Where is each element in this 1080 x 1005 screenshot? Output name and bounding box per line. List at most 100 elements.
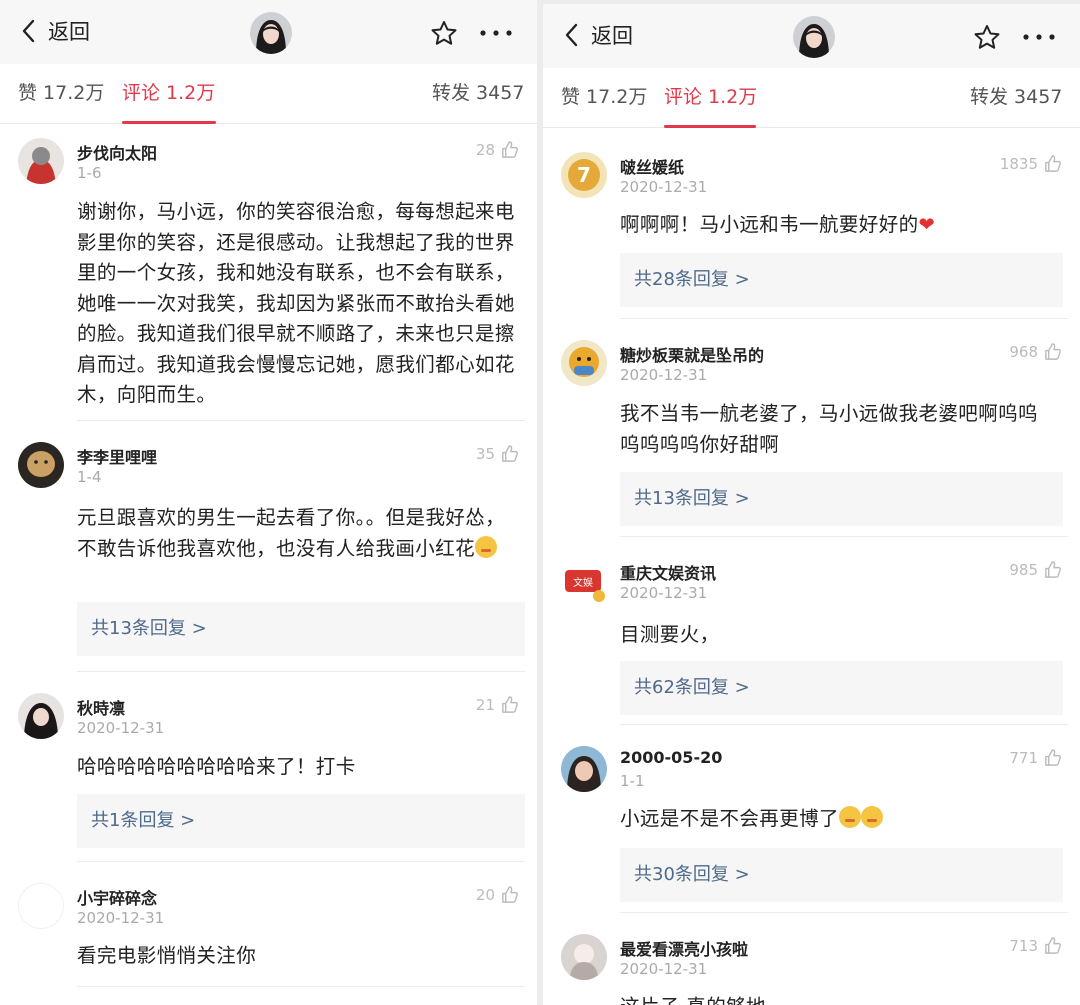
comment-author[interactable]: 糖炒板栗就是坠吊的	[620, 342, 764, 366]
comment-author[interactable]: 小宇碎碎念	[77, 885, 157, 909]
heart-emoji: ❤	[918, 213, 936, 236]
comment-date: 1-6	[77, 164, 102, 182]
back-chevron-icon	[22, 19, 35, 43]
like-count: 713	[1009, 936, 1038, 955]
sad-emoji	[838, 806, 861, 828]
view-replies-link[interactable]: 共30条回复 >	[620, 848, 1063, 902]
shy-emoji	[475, 535, 498, 558]
profile-avatar[interactable]	[250, 12, 292, 54]
tab-comments[interactable]: 评论 1.2万	[664, 82, 757, 109]
back-chevron-icon	[565, 23, 578, 47]
active-tab-indicator	[122, 121, 216, 124]
comment-text: 元旦跟喜欢的男生一起去看了你。。但是我好怂，不敢告诉他我喜欢他，也没有人给我画小…	[77, 506, 506, 560]
divider	[77, 420, 525, 421]
divider	[620, 318, 1068, 319]
like-button[interactable]: 968	[1009, 342, 1062, 361]
thumb-up-icon	[502, 696, 518, 713]
like-button[interactable]: 771	[1009, 748, 1062, 767]
comment-author[interactable]: 秋時凛	[77, 695, 125, 719]
profile-avatar[interactable]	[793, 16, 835, 58]
comment-author[interactable]: 步伐向太阳	[77, 140, 157, 164]
comment-date: 2020-12-31	[77, 909, 165, 927]
thumb-up-icon	[502, 445, 518, 462]
tab-likes[interactable]: 赞 17.2万	[18, 78, 104, 105]
view-replies-link[interactable]: 共13条回复 >	[620, 472, 1063, 526]
comment-date: 2020-12-31	[77, 719, 165, 737]
like-button[interactable]: 28	[476, 140, 519, 159]
back-button[interactable]: 返回	[561, 20, 633, 50]
avatar[interactable]: 7	[561, 152, 607, 198]
avatar[interactable]	[561, 340, 607, 386]
tab-comments[interactable]: 评论 1.2万	[122, 78, 215, 105]
like-count: 985	[1009, 560, 1038, 579]
comment-date: 2020-12-31	[620, 178, 708, 196]
like-count: 771	[1009, 748, 1038, 767]
thumb-up-icon	[1045, 343, 1061, 360]
view-replies-link[interactable]: 共28条回复 >	[620, 253, 1063, 307]
thumb-up-icon	[1045, 561, 1061, 578]
avatar[interactable]	[18, 693, 64, 739]
comment-author[interactable]: 啵丝媛纸	[620, 154, 684, 178]
like-button[interactable]: 713	[1009, 936, 1062, 955]
tab-bar: 赞 17.2万 评论 1.2万 转发 3457	[0, 64, 537, 124]
comment-panel-left: 返回 赞 17.2万 评论 1.2万 转发 3457 步伐向太阳 1-6 28	[0, 0, 537, 1005]
thumb-up-icon	[1045, 937, 1061, 954]
comment-text: 啊啊啊！马小远和韦一航要好好的❤	[620, 213, 936, 236]
tab-reposts[interactable]: 转发 3457	[970, 82, 1062, 109]
divider	[620, 536, 1068, 537]
tab-likes[interactable]: 赞 17.2万	[561, 82, 647, 109]
divider	[77, 986, 525, 987]
like-count: 21	[475, 695, 495, 714]
comment-panel-right: 返回 赞 17.2万 评论 1.2万 转发 3457 7 啵丝媛纸 2020-1…	[543, 4, 1080, 1005]
thumb-up-icon	[1045, 155, 1061, 172]
like-button[interactable]: 35	[476, 444, 519, 463]
like-button[interactable]: 985	[1009, 560, 1062, 579]
svg-text:7: 7	[577, 163, 591, 187]
divider	[77, 671, 525, 672]
tab-reposts[interactable]: 转发 3457	[432, 78, 524, 105]
avatar[interactable]	[18, 883, 64, 929]
star-icon[interactable]	[430, 20, 458, 46]
comment-date: 2020-12-31	[620, 584, 708, 602]
star-icon[interactable]	[973, 24, 1001, 50]
comment-author[interactable]: 重庆文娱资讯	[620, 560, 716, 584]
back-label: 返回	[48, 20, 90, 44]
comment-text: 谢谢你，马小远，你的笑容很治愈，每每想起来电影里你的笑容，还是很感动。让我想起了…	[77, 200, 515, 406]
comment-date: 2020-12-31	[620, 366, 708, 384]
thumb-up-icon	[502, 141, 518, 158]
comment-author[interactable]: 李李里哩哩	[77, 444, 157, 468]
top-bar: 返回	[0, 0, 537, 64]
like-button[interactable]: 1835	[1000, 154, 1062, 173]
like-count: 1835	[999, 154, 1038, 173]
comment-text: 我不当韦一航老婆了，马小远做我老婆吧啊呜呜呜呜呜呜你好甜啊	[620, 402, 1038, 456]
comment-date: 1-1	[620, 772, 645, 790]
comment-author[interactable]: 最爱看漂亮小孩啦	[620, 936, 748, 960]
comment-text: 这片子 真的够地	[620, 992, 1060, 1005]
like-count: 35	[475, 444, 495, 463]
more-icon[interactable]	[478, 28, 514, 38]
view-replies-link[interactable]: 共1条回复 >	[77, 794, 525, 848]
avatar[interactable]	[561, 934, 607, 980]
active-tab-indicator	[664, 125, 756, 128]
comment-author[interactable]: 2000-05-20	[620, 748, 722, 767]
back-button[interactable]: 返回	[18, 16, 90, 46]
screenshot-collage: 返回 赞 17.2万 评论 1.2万 转发 3457 步伐向太阳 1-6 28	[0, 0, 1080, 1005]
divider	[620, 724, 1068, 725]
view-replies-link[interactable]: 共13条回复 >	[77, 602, 525, 656]
sad-emoji	[860, 806, 883, 828]
like-count: 28	[475, 140, 495, 159]
like-button[interactable]: 21	[476, 695, 519, 714]
thumb-up-icon	[1045, 749, 1061, 766]
back-label: 返回	[591, 24, 633, 48]
avatar[interactable]: 文娱	[561, 558, 607, 604]
avatar[interactable]	[18, 442, 64, 488]
comment-date: 1-4	[77, 468, 102, 486]
thumb-up-icon	[502, 886, 518, 903]
more-icon[interactable]	[1021, 32, 1057, 42]
svg-text:文娱: 文娱	[573, 576, 593, 589]
view-replies-link[interactable]: 共62条回复 >	[620, 661, 1063, 715]
comment-date: 2020-12-31	[620, 960, 708, 978]
like-button[interactable]: 20	[476, 885, 519, 904]
avatar[interactable]	[561, 746, 607, 792]
avatar[interactable]	[18, 138, 64, 184]
